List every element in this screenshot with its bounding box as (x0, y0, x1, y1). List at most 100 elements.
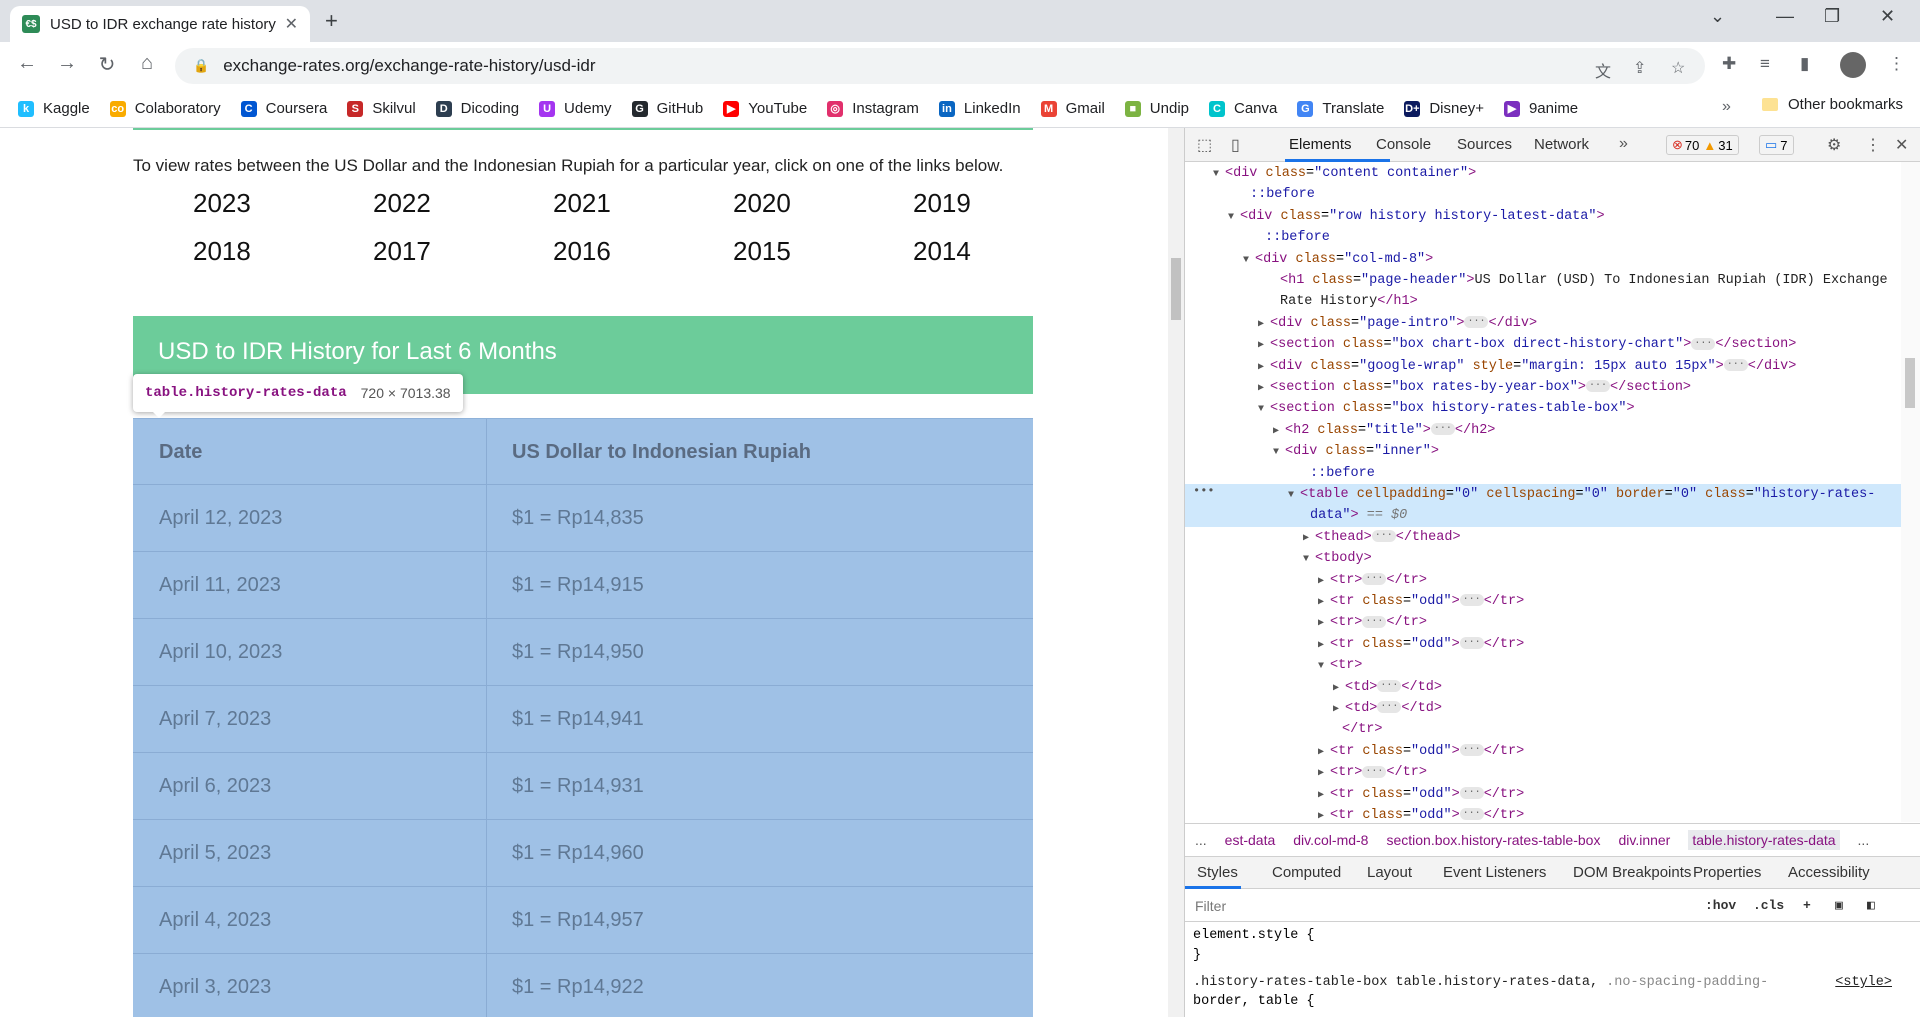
dom-node-line[interactable]: ▶ <tr> ··· </tr> (1185, 612, 1905, 633)
paint-icon[interactable]: ▣ (1835, 898, 1843, 913)
bookmark-item[interactable]: G GitHub (631, 100, 703, 117)
restore-button[interactable]: ❐ (1824, 6, 1840, 27)
new-tab-button[interactable]: + (325, 8, 338, 34)
dom-node-line[interactable]: ▼ <tbody> (1185, 548, 1905, 569)
dom-node-line[interactable]: ▼ <tr> (1185, 655, 1905, 676)
filter-input[interactable]: Filter (1195, 898, 1226, 914)
share-icon[interactable]: ⇪ (1633, 58, 1646, 78)
profile-avatar[interactable] (1840, 52, 1866, 78)
bookmark-item[interactable]: U Udemy (539, 100, 612, 117)
year-link[interactable]: 2014 (913, 236, 971, 267)
inspect-element-icon[interactable]: ⬚ (1197, 135, 1212, 155)
year-link[interactable]: 2019 (913, 188, 971, 219)
bookmark-item[interactable]: ▶ 9anime (1503, 100, 1578, 117)
bookmark-item[interactable]: C Canva (1209, 100, 1277, 117)
dom-node-line[interactable]: ▶ <tr> ··· </tr> (1185, 762, 1905, 783)
dom-node-line[interactable]: ▼ <div class="content container"> (1185, 163, 1905, 184)
extensions-icon[interactable]: ✚ (1722, 54, 1736, 74)
close-devtools-icon[interactable]: ✕ (1895, 135, 1908, 155)
breadcrumb-item[interactable]: section.box.history-rates-table-box (1386, 832, 1600, 848)
dom-node-line[interactable]: ▶ <div class="page-intro"> ··· </div> (1185, 313, 1905, 334)
dom-node-line[interactable]: ▼ <div class="row history history-latest-… (1185, 206, 1905, 227)
bookmark-item[interactable]: ◎ Instagram (827, 100, 919, 117)
year-link[interactable]: 2017 (373, 236, 431, 267)
dom-node-line[interactable]: ▶ <h2 class="title"> ··· </h2> (1185, 420, 1905, 441)
css-element-style[interactable]: element.style { (1193, 928, 1315, 943)
breadcrumb-item[interactable]: div.col-md-8 (1293, 832, 1368, 848)
bookmark-item[interactable]: G Translate (1297, 100, 1384, 117)
styles-subtab[interactable]: Styles (1197, 864, 1238, 881)
dom-node-line[interactable]: ▶ <td> ··· </td> (1185, 677, 1905, 698)
dom-node-line[interactable]: ▶ <tr class="odd"> ··· </tr> (1185, 784, 1905, 805)
node-actions-icon[interactable]: ••• (1193, 484, 1215, 498)
browser-tab-active[interactable]: €$ USD to IDR exchange rate history ✕ (10, 6, 310, 42)
menu-kebab-icon[interactable]: ⋮ (1888, 54, 1905, 74)
dom-node-line[interactable]: data"> == $0 (1185, 505, 1905, 527)
page-scrollbar-thumb[interactable] (1171, 258, 1181, 320)
bookmark-item[interactable]: ■ Undip (1124, 100, 1189, 117)
breadcrumb-item[interactable]: table.history-rates-data (1688, 830, 1840, 850)
dom-node-line[interactable]: ▶ <section class="box chart-box direct-hi… (1185, 334, 1905, 355)
translate-icon[interactable]: 文 (1595, 58, 1611, 82)
dom-node-line[interactable]: ▼ <table cellpadding="0" cellspacing="0" … (1185, 484, 1905, 506)
styles-subtab[interactable]: Layout (1367, 864, 1412, 881)
bookmark-item[interactable]: ▶ YouTube (723, 100, 807, 117)
forward-arrow-icon[interactable]: → (52, 52, 82, 75)
breadcrumb-item[interactable]: div.inner (1618, 832, 1670, 848)
dom-node-line[interactable]: ::before (1185, 463, 1905, 484)
tab-elements[interactable]: Elements (1289, 136, 1352, 153)
year-link[interactable]: 2021 (553, 188, 611, 219)
dom-node-line[interactable]: <h1 class="page-header">US Dollar (USD) … (1185, 270, 1905, 291)
device-toolbar-icon[interactable]: ▯ (1231, 135, 1240, 155)
dom-node-line[interactable]: ▶ <tr class="odd"> ··· </tr> (1185, 741, 1905, 762)
settings-gear-icon[interactable]: ⚙ (1827, 135, 1841, 155)
dom-node-line[interactable]: ::before (1185, 227, 1905, 248)
year-link[interactable]: 2016 (553, 236, 611, 267)
dom-node-line[interactable]: ▶ <tr class="odd"> ··· </tr> (1185, 805, 1905, 822)
toggle-sidebar-icon[interactable]: ◧ (1867, 898, 1875, 913)
breadcrumb-item[interactable]: ... (1858, 832, 1870, 848)
new-rule-icon[interactable]: + (1803, 898, 1811, 913)
breadcrumb-item[interactable]: ... (1195, 832, 1207, 848)
tab-search-icon[interactable]: ⌄ (1710, 6, 1725, 27)
dom-node-line[interactable]: ▼ <section class="box history-rates-table… (1185, 398, 1905, 419)
more-tabs-icon[interactable]: » (1619, 135, 1628, 153)
bookmark-item[interactable]: D+ Disney+ (1404, 100, 1484, 117)
year-link[interactable]: 2020 (733, 188, 791, 219)
css-source-link[interactable]: <style> (1835, 975, 1892, 990)
other-bookmarks[interactable]: Other bookmarks (1762, 96, 1903, 113)
dom-node-line[interactable]: ▶ <tr class="odd"> ··· </tr> (1185, 591, 1905, 612)
dom-node-line[interactable]: ▶ <section class="box rates-by-year-box">… (1185, 377, 1905, 398)
media-control-icon[interactable]: ≡ (1760, 54, 1770, 74)
styles-subtab[interactable]: DOM Breakpoints (1573, 864, 1691, 881)
tab-close-icon[interactable]: ✕ (285, 14, 298, 34)
bookmarks-overflow-icon[interactable]: » (1722, 98, 1731, 116)
year-link[interactable]: 2023 (193, 188, 251, 219)
lock-icon[interactable]: 🔒 (193, 58, 209, 74)
hov-button[interactable]: :hov (1705, 898, 1736, 913)
dom-node-line[interactable]: ▶ <thead> ··· </thead> (1185, 527, 1905, 548)
cls-button[interactable]: .cls (1753, 898, 1784, 913)
issues-badge[interactable]: ⊗ 70 ▲ 31 (1666, 135, 1739, 155)
dom-node-line[interactable]: ▼ <div class="col-md-8"> (1185, 249, 1905, 270)
bookmark-star-icon[interactable]: ☆ (1671, 58, 1685, 78)
bookmark-item[interactable]: in LinkedIn (938, 100, 1021, 117)
styles-subtab[interactable]: Event Listeners (1443, 864, 1546, 881)
minimize-button[interactable]: — (1776, 6, 1794, 27)
close-window-button[interactable]: ✕ (1880, 6, 1895, 27)
home-icon[interactable]: ⌂ (132, 52, 162, 75)
year-link[interactable]: 2022 (373, 188, 431, 219)
dom-scrollbar[interactable] (1901, 162, 1920, 822)
bookmark-item[interactable]: co Colaboratory (109, 100, 221, 117)
dom-node-line[interactable]: ▶ <tr> ··· </tr> (1185, 570, 1905, 591)
address-bar[interactable]: 🔒 exchange-rates.org/exchange-rate-histo… (175, 48, 1705, 84)
bookmark-item[interactable]: M Gmail (1040, 100, 1105, 117)
styles-subtab[interactable]: Properties (1693, 864, 1761, 881)
bookmark-item[interactable]: D Dicoding (435, 100, 519, 117)
dom-node-line[interactable]: </tr> (1185, 719, 1905, 740)
dom-node-line[interactable]: ▶ <td> ··· </td> (1185, 698, 1905, 719)
dom-scrollbar-thumb[interactable] (1905, 358, 1915, 408)
breadcrumb-item[interactable]: est-data (1225, 832, 1276, 848)
year-link[interactable]: 2015 (733, 236, 791, 267)
styles-subtab[interactable]: Accessibility (1788, 864, 1870, 881)
